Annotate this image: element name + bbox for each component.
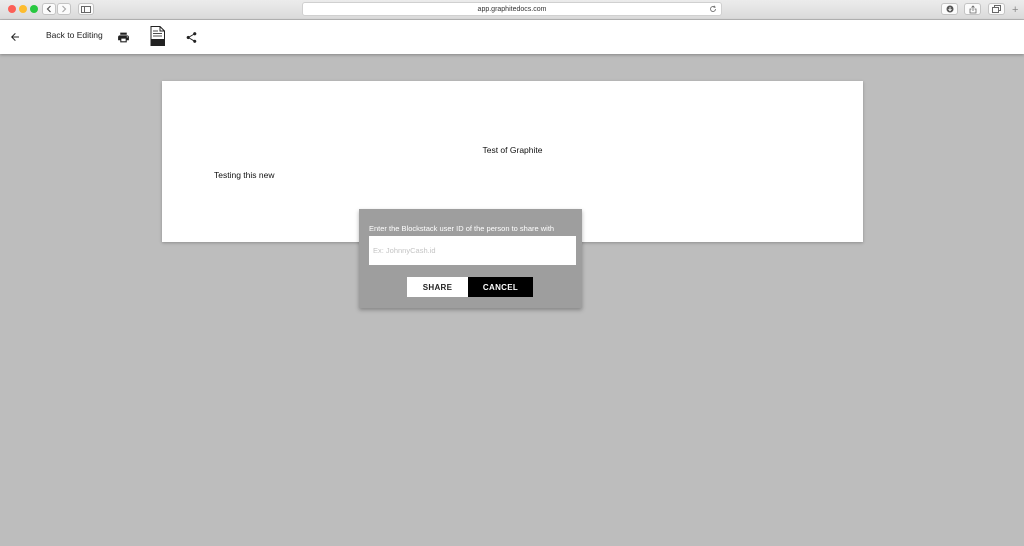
share-button[interactable]: SHARE [407, 277, 468, 297]
url-text: app.graphitedocs.com [477, 5, 547, 13]
back-to-editing-link[interactable]: Back to Editing [46, 30, 103, 40]
address-bar[interactable]: app.graphitedocs.com [302, 2, 722, 16]
back-arrow-icon[interactable] [7, 29, 23, 45]
chevron-left-icon [46, 5, 51, 13]
reload-icon[interactable] [709, 5, 717, 13]
share-dialog: Enter the Blockstack user ID of the pers… [359, 209, 582, 308]
sidebar-icon [81, 5, 91, 13]
browser-share-button[interactable] [964, 3, 981, 15]
tabs-icon [992, 5, 1001, 13]
new-tab-button[interactable]: + [1012, 5, 1018, 16]
window-minimize-button[interactable] [19, 5, 27, 13]
docx-icon[interactable] [149, 26, 165, 46]
tabs-overview-button[interactable] [988, 3, 1005, 15]
downloads-button[interactable] [941, 3, 958, 15]
document-body-text: Testing this new [214, 170, 275, 180]
download-icon [946, 5, 953, 13]
app-toolbar: Back to Editing [0, 20, 1024, 54]
browser-chrome: app.graphitedocs.com + [0, 0, 1024, 20]
share-prompt-label: Enter the Blockstack user ID of the pers… [369, 224, 555, 233]
sidebar-toggle-button[interactable] [78, 3, 94, 15]
blockstack-id-input[interactable] [369, 236, 576, 265]
share-box-icon [969, 4, 976, 13]
print-icon[interactable] [115, 29, 131, 45]
window-zoom-button[interactable] [30, 5, 38, 13]
browser-back-button[interactable] [42, 3, 56, 15]
window-close-button[interactable] [8, 5, 16, 13]
chevron-right-icon [62, 5, 67, 13]
cancel-button[interactable]: CANCEL [468, 277, 533, 297]
share-icon[interactable] [183, 29, 199, 45]
document-title: Test of Graphite [482, 145, 543, 155]
browser-forward-button[interactable] [57, 3, 71, 15]
